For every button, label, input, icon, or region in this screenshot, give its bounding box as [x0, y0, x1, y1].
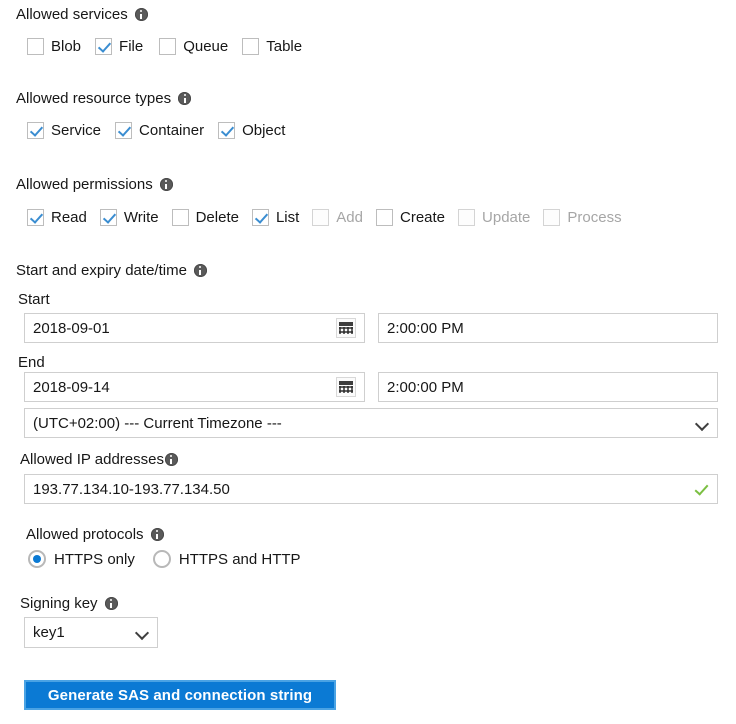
start-expiry-datetime-label-text: Start and expiry date/time	[16, 262, 187, 279]
allowed-protocols-options: HTTPS only HTTPS and HTTP	[28, 550, 301, 568]
checkbox-label-service: Service	[51, 122, 101, 139]
checkbox-queue[interactable]	[159, 38, 176, 55]
start-date-value: 2018-09-01	[33, 320, 332, 337]
end-time-input[interactable]: 2:00:00 PM	[378, 372, 718, 402]
allowed-services-label: Allowed services	[16, 6, 148, 23]
allowed-ip-addresses-label-text: Allowed IP addresses	[20, 451, 164, 468]
checkbox-list[interactable]	[252, 209, 269, 226]
info-icon[interactable]	[160, 178, 173, 191]
checkbox-add	[312, 209, 329, 226]
timezone-value: (UTC+02:00) --- Current Timezone ---	[33, 415, 696, 432]
checkbox-object[interactable]	[218, 122, 235, 139]
checkbox-label-queue: Queue	[183, 38, 228, 55]
checkbox-option-service[interactable]: Service	[27, 122, 101, 139]
start-sub-label: Start	[18, 291, 50, 308]
checkbox-label-write: Write	[124, 209, 159, 226]
check-icon	[693, 481, 709, 497]
info-icon[interactable]	[105, 597, 118, 610]
allowed-ip-input[interactable]: 193.77.134.10-193.77.134.50	[24, 474, 718, 504]
generate-sas-button[interactable]: Generate SAS and connection string	[24, 680, 336, 710]
chevron-down-icon[interactable]	[136, 626, 149, 639]
allowed-resource-types-label: Allowed resource types	[16, 90, 191, 107]
start-date-input[interactable]: 2018-09-01	[24, 313, 365, 343]
timezone-select[interactable]: (UTC+02:00) --- Current Timezone ---	[24, 408, 718, 438]
checkbox-option-container[interactable]: Container	[115, 122, 204, 139]
checkbox-blob[interactable]	[27, 38, 44, 55]
end-date-value: 2018-09-14	[33, 379, 332, 396]
checkbox-label-add: Add	[336, 209, 363, 226]
radio-https-and-http[interactable]	[153, 550, 171, 568]
end-date-input[interactable]: 2018-09-14	[24, 372, 365, 402]
allowed-services-label-text: Allowed services	[16, 6, 128, 23]
start-time-value: 2:00:00 PM	[387, 320, 709, 337]
checkbox-label-read: Read	[51, 209, 87, 226]
signing-key-value: key1	[33, 624, 136, 641]
allowed-resource-types-options: Service Container Object	[27, 122, 299, 139]
radio-option-https-and-http[interactable]: HTTPS and HTTP	[153, 550, 301, 568]
checkbox-label-create: Create	[400, 209, 445, 226]
checkbox-container[interactable]	[115, 122, 132, 139]
calendar-icon[interactable]	[336, 318, 356, 338]
checkbox-label-delete: Delete	[196, 209, 239, 226]
checkbox-option-queue[interactable]: Queue	[159, 38, 228, 55]
checkbox-option-delete[interactable]: Delete	[172, 209, 239, 226]
checkbox-option-write[interactable]: Write	[100, 209, 159, 226]
radio-https-only[interactable]	[28, 550, 46, 568]
allowed-permissions-options: Read Write Delete List Add Create Update	[27, 209, 622, 226]
checkbox-update	[458, 209, 475, 226]
checkbox-option-read[interactable]: Read	[27, 209, 87, 226]
calendar-icon[interactable]	[336, 377, 356, 397]
signing-key-label: Signing key	[20, 595, 118, 612]
radio-label-https-only: HTTPS only	[54, 551, 135, 568]
end-sub-label: End	[18, 354, 45, 371]
checkbox-read[interactable]	[27, 209, 44, 226]
allowed-permissions-label-text: Allowed permissions	[16, 176, 153, 193]
checkbox-label-file: File	[119, 38, 143, 55]
checkbox-option-process: Process	[543, 209, 621, 226]
checkbox-label-table: Table	[266, 38, 302, 55]
allowed-resource-types-label-text: Allowed resource types	[16, 90, 171, 107]
signing-key-select[interactable]: key1	[24, 617, 158, 648]
start-time-input[interactable]: 2:00:00 PM	[378, 313, 718, 343]
checkbox-label-list: List	[276, 209, 299, 226]
info-icon[interactable]	[135, 8, 148, 21]
checkbox-option-update: Update	[458, 209, 530, 226]
radio-option-https-only[interactable]: HTTPS only	[28, 550, 135, 568]
checkbox-option-file[interactable]: File	[95, 38, 143, 55]
checkbox-table[interactable]	[242, 38, 259, 55]
checkbox-create[interactable]	[376, 209, 393, 226]
end-time-value: 2:00:00 PM	[387, 379, 709, 396]
info-icon[interactable]	[194, 264, 207, 277]
checkbox-option-object[interactable]: Object	[218, 122, 285, 139]
checkbox-option-list[interactable]: List	[252, 209, 299, 226]
radio-label-https-and-http: HTTPS and HTTP	[179, 551, 301, 568]
checkbox-label-object: Object	[242, 122, 285, 139]
checkbox-write[interactable]	[100, 209, 117, 226]
checkbox-service[interactable]	[27, 122, 44, 139]
allowed-protocols-label: Allowed protocols	[26, 526, 164, 543]
checkbox-label-update: Update	[482, 209, 530, 226]
info-icon[interactable]	[151, 528, 164, 541]
checkbox-option-create[interactable]: Create	[376, 209, 445, 226]
checkbox-option-table[interactable]: Table	[242, 38, 302, 55]
checkbox-delete[interactable]	[172, 209, 189, 226]
sas-configuration-form: Allowed services Blob File Queue Table A…	[0, 0, 736, 724]
checkbox-label-blob: Blob	[51, 38, 81, 55]
allowed-protocols-label-text: Allowed protocols	[26, 526, 144, 543]
allowed-permissions-label: Allowed permissions	[16, 176, 173, 193]
checkbox-option-blob[interactable]: Blob	[27, 38, 81, 55]
chevron-down-icon[interactable]	[696, 417, 709, 430]
allowed-services-options: Blob File Queue Table	[27, 38, 316, 55]
info-icon[interactable]	[178, 92, 191, 105]
checkbox-label-container: Container	[139, 122, 204, 139]
checkbox-label-process: Process	[567, 209, 621, 226]
allowed-ip-value: 193.77.134.10-193.77.134.50	[33, 481, 693, 498]
start-expiry-datetime-label: Start and expiry date/time	[16, 262, 207, 279]
checkbox-file[interactable]	[95, 38, 112, 55]
allowed-ip-addresses-label: Allowed IP addresses	[20, 451, 178, 468]
checkbox-process	[543, 209, 560, 226]
checkbox-option-add: Add	[312, 209, 363, 226]
signing-key-label-text: Signing key	[20, 595, 98, 612]
info-icon[interactable]	[165, 453, 178, 466]
